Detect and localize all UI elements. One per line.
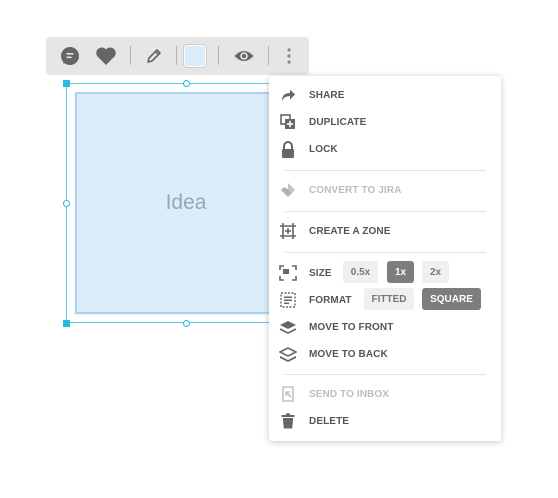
inbox-icon bbox=[279, 385, 297, 403]
toolbar-divider bbox=[176, 46, 177, 65]
canvas: Idea SHARE DUPLICATE LOCK CONVERT TO JIR… bbox=[0, 0, 558, 498]
edit-button[interactable] bbox=[137, 37, 171, 75]
format-icon bbox=[279, 291, 297, 309]
lock-icon bbox=[279, 140, 297, 158]
item-toolbar bbox=[46, 37, 309, 75]
connector-handle-left[interactable] bbox=[63, 200, 70, 207]
menu-item-share[interactable]: SHARE bbox=[269, 82, 501, 108]
menu-divider bbox=[285, 252, 486, 253]
format-option-fitted[interactable]: FITTED bbox=[364, 288, 414, 310]
context-menu: SHARE DUPLICATE LOCK CONVERT TO JIRA CRE… bbox=[269, 76, 501, 441]
resize-handle-bottom-left[interactable] bbox=[63, 320, 70, 327]
comment-button[interactable] bbox=[53, 37, 87, 75]
connector-handle-bottom[interactable] bbox=[183, 320, 190, 327]
comment-icon bbox=[61, 47, 79, 65]
menu-label: MOVE TO FRONT bbox=[309, 321, 394, 333]
share-icon bbox=[279, 86, 297, 104]
menu-divider bbox=[285, 170, 486, 171]
color-swatch-icon bbox=[184, 45, 206, 67]
menu-item-send-to-inbox[interactable]: SEND TO INBOX bbox=[269, 381, 501, 407]
connector-handle-top[interactable] bbox=[183, 80, 190, 87]
resize-handle-top-left[interactable] bbox=[63, 80, 70, 87]
size-option-2x[interactable]: 2x bbox=[422, 261, 449, 283]
menu-label: SIZE bbox=[309, 267, 332, 279]
move-to-front-icon bbox=[279, 318, 297, 336]
menu-label: DUPLICATE bbox=[309, 116, 367, 128]
menu-label: FORMAT bbox=[309, 294, 352, 306]
menu-item-delete[interactable]: DELETE bbox=[269, 408, 501, 434]
heart-icon bbox=[96, 47, 116, 65]
menu-label: LOCK bbox=[309, 143, 338, 155]
menu-item-size: SIZE 0.5x 1x 2x bbox=[269, 260, 501, 286]
menu-label: CREATE A ZONE bbox=[309, 225, 391, 237]
menu-label: DELETE bbox=[309, 415, 350, 427]
format-option-square[interactable]: SQUARE bbox=[422, 288, 481, 310]
menu-label: SEND TO INBOX bbox=[309, 388, 390, 400]
menu-item-move-to-back[interactable]: MOVE TO BACK bbox=[269, 341, 501, 367]
size-icon bbox=[279, 264, 297, 282]
duplicate-icon bbox=[279, 113, 297, 131]
menu-item-lock[interactable]: LOCK bbox=[269, 136, 501, 162]
menu-label: MOVE TO BACK bbox=[309, 348, 388, 360]
menu-label: SHARE bbox=[309, 89, 345, 101]
menu-item-duplicate[interactable]: DUPLICATE bbox=[269, 109, 501, 135]
size-option-1x[interactable]: 1x bbox=[387, 261, 414, 283]
view-button[interactable] bbox=[227, 37, 261, 75]
menu-label: CONVERT TO JIRA bbox=[309, 184, 402, 196]
trash-icon bbox=[279, 412, 297, 430]
more-vertical-icon bbox=[287, 48, 291, 64]
eye-icon bbox=[234, 51, 254, 61]
menu-item-create-zone[interactable]: CREATE A ZONE bbox=[269, 218, 501, 244]
more-button[interactable] bbox=[272, 37, 306, 75]
like-button[interactable] bbox=[89, 37, 123, 75]
pencil-icon bbox=[147, 49, 161, 63]
toolbar-divider bbox=[218, 46, 219, 65]
menu-item-move-to-front[interactable]: MOVE TO FRONT bbox=[269, 314, 501, 340]
menu-divider bbox=[285, 374, 486, 375]
size-option-0-5x[interactable]: 0.5x bbox=[343, 261, 378, 283]
jira-icon bbox=[279, 181, 297, 199]
move-to-back-icon bbox=[279, 345, 297, 363]
menu-item-format: FORMAT FITTED SQUARE bbox=[269, 287, 501, 313]
toolbar-divider bbox=[130, 46, 131, 65]
zone-icon bbox=[279, 222, 297, 240]
color-button[interactable] bbox=[178, 37, 212, 75]
toolbar-divider bbox=[268, 46, 269, 65]
menu-item-convert-to-jira[interactable]: CONVERT TO JIRA bbox=[269, 177, 501, 203]
menu-divider bbox=[285, 211, 486, 212]
